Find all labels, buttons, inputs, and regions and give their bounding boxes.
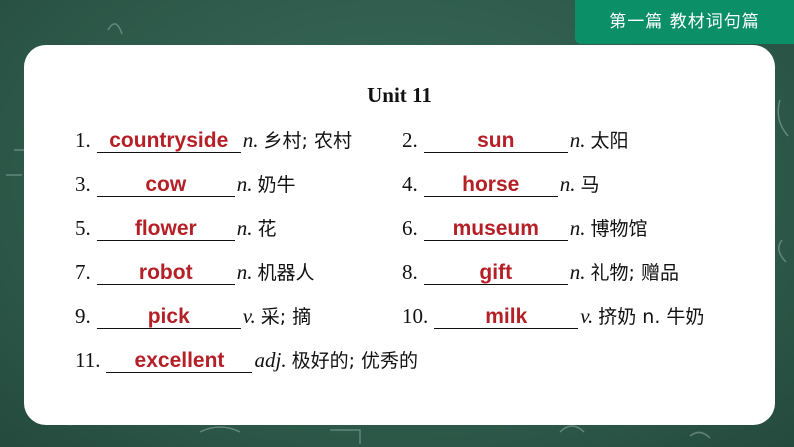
vocab-item-8: 8. gift n. 礼物; 赠品 xyxy=(402,255,679,285)
item-number: 9. xyxy=(75,304,91,328)
answer-text: horse xyxy=(462,173,520,196)
answer-blank: countryside xyxy=(96,126,241,153)
answer-blank: pick xyxy=(96,302,241,329)
item-number: 7. xyxy=(75,260,91,284)
item-number: 2. xyxy=(402,128,418,152)
answer-text: flower xyxy=(134,217,197,240)
answer-text: cow xyxy=(145,173,187,196)
item-number: 10. xyxy=(402,304,429,328)
chinese-meaning: 采; 摘 xyxy=(260,306,312,328)
part-of-speech: n. xyxy=(236,172,253,196)
section-banner: 第一篇 教材词句篇 xyxy=(575,0,794,44)
part-of-speech: n. xyxy=(569,216,586,240)
answer-text: milk xyxy=(485,305,528,328)
part-of-speech: v. xyxy=(580,304,594,328)
vocab-item-1: 1. countryside n. 乡村; 农村 xyxy=(75,123,352,153)
item-number: 8. xyxy=(402,260,418,284)
unit-title: Unit 11 xyxy=(367,83,432,107)
answer-blank: excellent xyxy=(106,346,253,373)
worksheet-card: Unit 11 1. countryside n. 乡村; 农村 2. sun … xyxy=(24,45,775,425)
part-of-speech: adj. xyxy=(254,348,287,372)
chinese-meaning: 奶牛 xyxy=(257,174,296,196)
answer-blank: robot xyxy=(96,258,235,285)
part-of-speech: v. xyxy=(242,304,256,328)
answer-blank: horse xyxy=(423,170,558,197)
chinese-meaning: 乡村; 农村 xyxy=(263,130,352,152)
part-of-speech: n. xyxy=(569,260,586,284)
answer-text: robot xyxy=(138,261,193,284)
answer-blank: milk xyxy=(434,302,579,329)
answer-blank: museum xyxy=(423,214,568,241)
chinese-meaning: 花 xyxy=(257,218,277,240)
answer-blank: flower xyxy=(96,214,235,241)
chinese-meaning: 太阳 xyxy=(590,130,629,152)
vocab-item-11: 11. excellent adj. 极好的; 优秀的 xyxy=(75,343,418,373)
item-number: 3. xyxy=(75,172,91,196)
vocab-item-10: 10. milk v. 挤奶 n. 牛奶 xyxy=(402,299,704,329)
chinese-meaning: 马 xyxy=(580,174,600,196)
chinese-meaning: 极好的; 优秀的 xyxy=(291,350,419,372)
vocab-item-2: 2. sun n. 太阳 xyxy=(402,123,629,153)
part-of-speech: n. xyxy=(559,172,576,196)
chinese-meaning: 博物馆 xyxy=(590,218,648,240)
part-of-speech: n. xyxy=(236,260,253,284)
answer-text: pick xyxy=(147,305,190,328)
chinese-meaning: 礼物; 赠品 xyxy=(590,262,679,284)
vocab-item-9: 9. pick v. 采; 摘 xyxy=(75,299,311,329)
item-number: 11. xyxy=(75,348,101,372)
answer-text: countryside xyxy=(109,129,229,152)
part-of-speech: n. xyxy=(236,216,253,240)
answer-blank: sun xyxy=(423,126,568,153)
item-number: 6. xyxy=(402,216,418,240)
chinese-meaning: 挤奶 n. 牛奶 xyxy=(598,306,705,328)
answer-blank: cow xyxy=(96,170,235,197)
item-number: 1. xyxy=(75,128,91,152)
answer-text: museum xyxy=(452,217,539,240)
item-number: 5. xyxy=(75,216,91,240)
item-number: 4. xyxy=(402,172,418,196)
part-of-speech: n. xyxy=(242,128,259,152)
part-of-speech: n. xyxy=(569,128,586,152)
answer-text: gift xyxy=(479,261,513,284)
answer-blank: gift xyxy=(423,258,568,285)
answer-text: excellent xyxy=(134,349,225,372)
vocab-item-4: 4. horse n. 马 xyxy=(402,167,600,197)
vocab-item-7: 7. robot n. 机器人 xyxy=(75,255,315,285)
chinese-meaning: 机器人 xyxy=(257,262,315,284)
vocab-item-5: 5. flower n. 花 xyxy=(75,211,277,241)
vocab-item-6: 6. museum n. 博物馆 xyxy=(402,211,648,241)
answer-text: sun xyxy=(477,129,515,152)
vocab-item-3: 3. cow n. 奶牛 xyxy=(75,167,296,197)
